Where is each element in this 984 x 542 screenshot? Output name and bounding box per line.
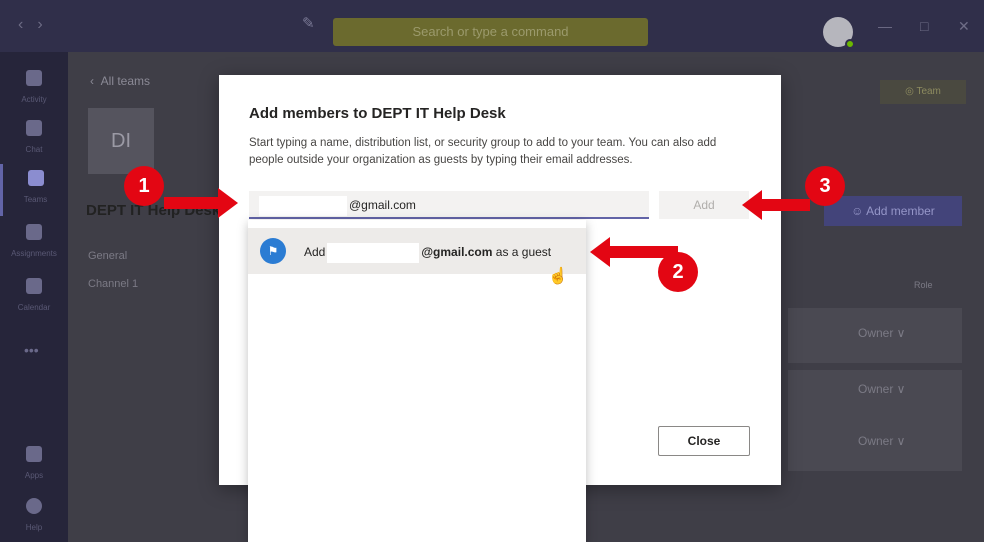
dialog-description: Start typing a name, distribution list, … [249,137,717,166]
search-input[interactable]: Search or type a command [333,18,648,46]
rail-item-calendar[interactable]: Calendar [0,272,68,324]
maximize-icon[interactable]: □ [920,18,928,34]
all-teams-link[interactable]: ‹ All teams [90,74,150,88]
close-window-icon[interactable]: ✕ [958,18,970,35]
title-bar: ‹› ✎ Search or type a command — □ ✕ [0,0,984,52]
teams-icon [27,170,44,186]
help-icon [26,498,42,514]
add-member-button[interactable]: ☺ Add member [824,196,962,226]
rail-item-apps[interactable]: Apps [0,440,68,492]
role-column-header: Role [914,280,933,290]
assignments-icon [26,224,42,240]
step-badge-1: 1 [124,166,164,206]
calendar-icon [26,278,42,294]
channel-1[interactable]: Channel 1 [88,278,138,290]
team-logo: DI [88,108,154,174]
avatar[interactable] [823,17,855,49]
rail-item-help[interactable]: Help [0,492,68,542]
redacted-text [327,243,420,263]
arrow-left-icon [590,237,678,267]
team-badge: ◎ Team [880,80,966,104]
status-dot [845,39,855,49]
add-guest-icon: ⚑ [260,238,286,264]
add-button[interactable]: Add [659,191,749,219]
suggestion-text: Add @gmail.com as a guest [304,243,551,263]
step-badge-3: 3 [805,166,845,206]
add-guest-suggestion[interactable]: ⚑ Add @gmail.com as a guest ☝ [248,228,586,285]
arrow-left-icon [742,190,810,220]
hand-cursor-icon: ☝ [548,268,568,285]
arrow-right-icon [164,188,238,218]
rail-item-assignments[interactable]: Assignments [0,218,68,270]
role-dropdown[interactable]: Owner ∨ [858,382,905,396]
back-forward-arrows-icon[interactable]: ‹› [18,16,57,34]
role-dropdown[interactable]: Owner ∨ [858,326,905,340]
rail-item-chat[interactable]: Chat [0,114,68,166]
bell-icon [26,70,42,86]
rail-item-activity[interactable]: Activity [0,64,68,116]
chat-icon [26,120,42,136]
step-badge-2: 2 [658,252,698,292]
more-icon[interactable]: ••• [24,342,39,358]
rail-item-teams[interactable]: Teams [0,164,68,216]
apps-icon [26,446,42,462]
channel-general[interactable]: General [88,250,127,262]
compose-icon[interactable]: ✎ [302,14,320,32]
role-dropdown[interactable]: Owner ∨ [858,434,905,448]
minimize-icon[interactable]: — [878,18,892,34]
close-button[interactable]: Close [658,426,750,456]
suggestion-dropdown: ⚑ Add @gmail.com as a guest ☝ [248,220,586,542]
member-email-input[interactable]: @gmail.com [249,191,649,219]
app-rail: Activity Chat Teams Assignments Calendar… [0,52,68,542]
redacted-text [259,195,347,216]
dialog-title: Add members to DEPT IT Help Desk [249,105,506,122]
